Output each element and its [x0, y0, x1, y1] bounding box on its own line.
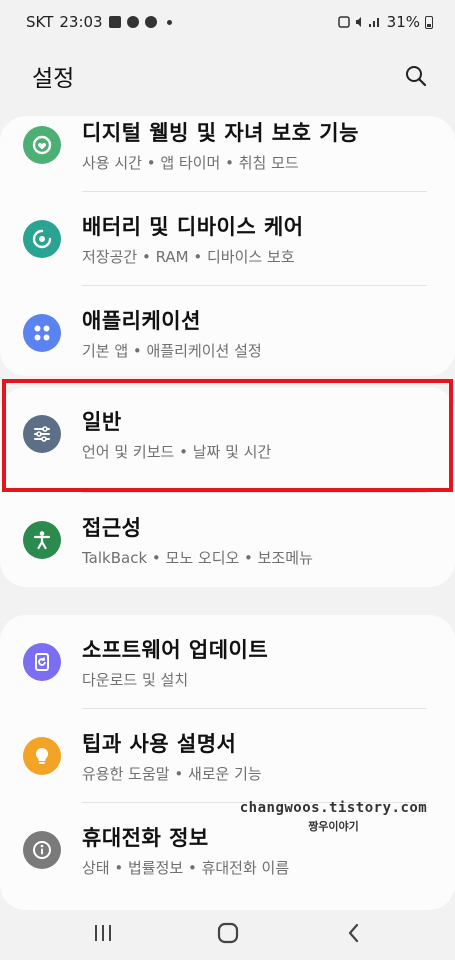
settings-item-applications[interactable]: 애플리케이션 기본 앱 • 애플리케이션 설정: [0, 286, 455, 376]
item-subtitle: 다운로드 및 설치: [82, 671, 189, 689]
signal-icon: [368, 18, 379, 27]
home-icon: [217, 922, 238, 943]
accessibility-icon: [23, 521, 61, 559]
item-subtitle: 유용한 도움말 • 새로운 기능: [82, 765, 262, 783]
settings-item-accessibility[interactable]: 접근성 TalkBack • 모노 오디오 • 보조메뉴: [0, 493, 455, 587]
tips-bulb-icon: [23, 737, 61, 775]
apps-icon: [23, 314, 61, 352]
more-notifications-icon: [166, 19, 172, 25]
settings-group-1: 디지털 웰빙 및 자녀 보호 기능 사용 시간 • 앱 타이머 • 취침 모드 …: [0, 116, 455, 376]
item-subtitle: TalkBack • 모노 오디오 • 보조메뉴: [82, 549, 313, 567]
device-care-icon: [23, 220, 61, 258]
settings-item-software-update[interactable]: 소프트웨어 업데이트 다운로드 및 설치: [0, 615, 455, 709]
item-subtitle: 언어 및 키보드 • 날짜 및 시간: [82, 443, 272, 461]
alert-notification-icon: [144, 16, 157, 28]
clock: 23:03: [59, 13, 103, 31]
settings-group-2: 일반 언어 및 키보드 • 날짜 및 시간 접근성 TalkBack • 모노 …: [0, 387, 455, 587]
back-button[interactable]: [333, 913, 373, 953]
watermark-blog-name: 짱우이야기: [308, 820, 359, 833]
phone-info-icon: [23, 831, 61, 869]
battery-percent: 31%: [386, 13, 420, 31]
item-subtitle: 상태 • 법률정보 • 휴대전화 이름: [82, 859, 290, 877]
mute-icon: [355, 17, 361, 27]
page-title: 설정: [32, 66, 75, 92]
settings-item-tips-manual[interactable]: 팁과 사용 설명서 유용한 도움말 • 새로운 기능: [0, 709, 455, 803]
back-icon: [348, 923, 358, 942]
digital-wellbeing-icon: [23, 126, 61, 164]
home-button[interactable]: [208, 913, 248, 953]
navigation-bar: [0, 905, 455, 960]
recent-apps-button[interactable]: [83, 913, 123, 953]
item-subtitle: 기본 앱 • 애플리케이션 설정: [82, 342, 262, 360]
item-title: 팁과 사용 설명서: [82, 732, 237, 756]
battery-icon: [425, 15, 433, 29]
gallery-notification-icon: [108, 16, 121, 28]
item-title: 배터리 및 디바이스 케어: [82, 215, 304, 239]
general-sliders-icon: [23, 415, 61, 453]
settings-group-3: 소프트웨어 업데이트 다운로드 및 설치 팁과 사용 설명서 유용한 도움말 •…: [0, 615, 455, 910]
item-title: 접근성: [82, 516, 142, 540]
search-icon: [406, 66, 427, 87]
item-title: 디지털 웰빙 및 자녀 보호 기능: [82, 121, 359, 145]
item-title: 일반: [82, 410, 122, 434]
item-subtitle: 저장공간 • RAM • 디바이스 보호: [82, 248, 295, 266]
app-header: 설정: [0, 44, 455, 108]
message-notification-icon: [126, 16, 139, 28]
status-bar: SKT 23:03 31%: [0, 0, 455, 44]
item-title: 소프트웨어 업데이트: [82, 638, 269, 662]
watermark-url: changwoos.tistory.com: [239, 800, 428, 816]
item-title: 애플리케이션: [82, 309, 201, 333]
item-subtitle: 사용 시간 • 앱 타이머 • 취침 모드: [82, 154, 299, 172]
settings-item-digital-wellbeing[interactable]: 디지털 웰빙 및 자녀 보호 기능 사용 시간 • 앱 타이머 • 취침 모드: [0, 116, 455, 192]
nfc-icon: [337, 16, 350, 28]
settings-item-general[interactable]: 일반 언어 및 키보드 • 날짜 및 시간: [0, 387, 455, 481]
software-update-icon: [23, 643, 61, 681]
settings-item-battery-device-care[interactable]: 배터리 및 디바이스 케어 저장공간 • RAM • 디바이스 보호: [0, 192, 455, 286]
carrier-label: SKT: [26, 13, 54, 31]
watermark: changwoos.tistory.com 짱우이야기: [236, 800, 431, 834]
recent-apps-icon: [94, 924, 111, 941]
search-button[interactable]: [401, 61, 431, 91]
